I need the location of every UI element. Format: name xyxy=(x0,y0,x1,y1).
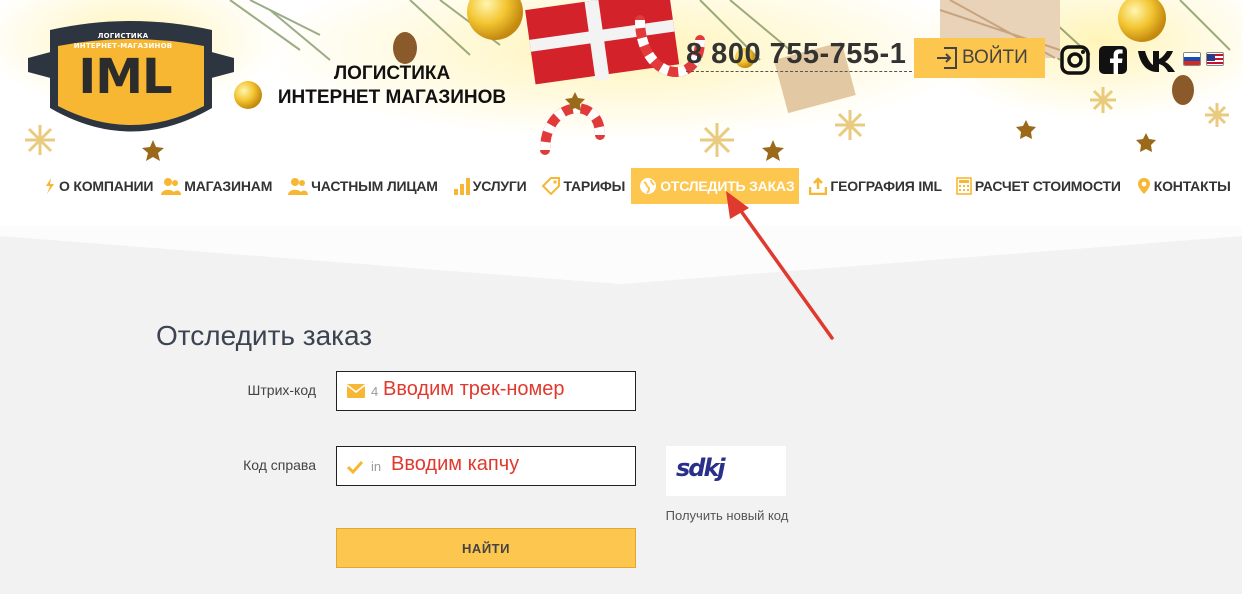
pin-icon xyxy=(1137,178,1150,194)
barcode-hint: Вводим трек-номер xyxy=(379,378,573,401)
captcha-text: sdkj xyxy=(676,454,726,482)
calculator-icon xyxy=(956,177,972,195)
us-flag-icon[interactable] xyxy=(1206,52,1224,66)
tagline-line1: ЛОГИСТИКА xyxy=(333,63,451,84)
captcha-image: sdkj xyxy=(666,446,786,496)
barcode-input-value: 4 xyxy=(371,384,379,399)
tagline: ЛОГИСТИКА ИНТЕРНЕТ МАГАЗИНОВ xyxy=(252,62,532,110)
nav-item-contacts[interactable]: КОНТАКТЫ xyxy=(1133,168,1235,204)
tagline-line2: ИНТЕРНЕТ МАГАЗИНОВ xyxy=(277,87,507,108)
header-divider xyxy=(0,226,1242,284)
barcode-label: Штрих-код xyxy=(247,382,316,398)
upload-icon xyxy=(809,177,828,195)
nav-label: ТАРИФЫ xyxy=(563,178,626,194)
main-nav: О КОМПАНИИ МАГАЗИНАМ ЧАСТНЫМ ЛИЦАМ УСЛУГ… xyxy=(38,168,1235,204)
phone-number[interactable]: 8 800 755-755-1 xyxy=(686,38,906,71)
find-button-label: НАЙТИ xyxy=(462,540,510,556)
login-button[interactable]: ВОЙТИ xyxy=(914,38,1045,78)
nav-item-services[interactable]: УСЛУГИ xyxy=(450,168,531,204)
barcode-input[interactable]: 4 Вводим трек-номер xyxy=(336,371,636,411)
nav-item-geography[interactable]: ГЕОГРАФИЯ IML xyxy=(805,168,945,204)
check-icon xyxy=(347,460,363,474)
nav-item-track-order[interactable]: ОТСЛЕДИТЬ ЗАКАЗ xyxy=(631,168,800,204)
people-icon xyxy=(288,178,309,195)
site-header: ЛОГИСТИКА ИНТЕРНЕТ-МАГАЗИНОВ IML ЛОГИСТИ… xyxy=(0,0,1242,226)
nav-item-about[interactable]: О КОМПАНИИ xyxy=(38,168,157,204)
envelope-icon xyxy=(347,384,365,398)
captcha-input[interactable]: in Вводим капчу xyxy=(336,446,636,486)
tag-icon xyxy=(541,177,560,195)
new-code-link[interactable]: Получить новый код xyxy=(652,508,802,523)
instagram-icon[interactable] xyxy=(1060,45,1090,75)
nav-label: ЧАСТНЫМ ЛИЦАМ xyxy=(311,178,438,194)
phone-underline xyxy=(686,71,912,72)
nav-item-shops[interactable]: МАГАЗИНАМ xyxy=(157,168,276,204)
captcha-hint: Вводим капчу xyxy=(387,453,528,476)
login-label: ВОЙТИ xyxy=(962,47,1028,68)
russian-flag-icon[interactable] xyxy=(1183,52,1201,66)
nav-item-tariffs[interactable]: ТАРИФЫ xyxy=(537,168,630,204)
nav-label: ГЕОГРАФИЯ IML xyxy=(830,178,942,194)
nav-item-calculator[interactable]: РАСЧЕТ СТОИМОСТИ xyxy=(952,168,1125,204)
login-icon xyxy=(937,47,957,69)
page-title: Отследить заказ xyxy=(156,320,373,351)
page: ЛОГИСТИКА ИНТЕРНЕТ-МАГАЗИНОВ IML ЛОГИСТИ… xyxy=(0,0,1242,594)
nav-label: УСЛУГИ xyxy=(472,178,527,194)
people-icon xyxy=(161,178,182,195)
vk-icon[interactable] xyxy=(1136,45,1182,75)
captcha-label: Код справа xyxy=(243,457,316,473)
facebook-icon[interactable] xyxy=(1098,45,1128,75)
logo-caption-line1: ЛОГИСТИКА xyxy=(97,32,149,40)
logo-wordmark: IML xyxy=(78,49,172,105)
logo-caption: ЛОГИСТИКА ИНТЕРНЕТ-МАГАЗИНОВ xyxy=(58,31,188,51)
nav-label: О КОМПАНИИ xyxy=(59,178,154,194)
captcha-input-value: in xyxy=(371,459,382,474)
nav-label: РАСЧЕТ СТОИМОСТИ xyxy=(974,178,1121,194)
tag-icon xyxy=(46,178,54,194)
nav-label: МАГАЗИНАМ xyxy=(184,178,273,194)
bars-icon xyxy=(453,178,470,195)
nav-label: ОТСЛЕДИТЬ ЗАКАЗ xyxy=(660,178,795,194)
nav-label: КОНТАКТЫ xyxy=(1153,178,1231,194)
find-button[interactable]: НАЙТИ xyxy=(336,528,636,568)
nav-item-individuals[interactable]: ЧАСТНЫМ ЛИЦАМ xyxy=(284,168,442,204)
globe-icon xyxy=(640,178,657,194)
